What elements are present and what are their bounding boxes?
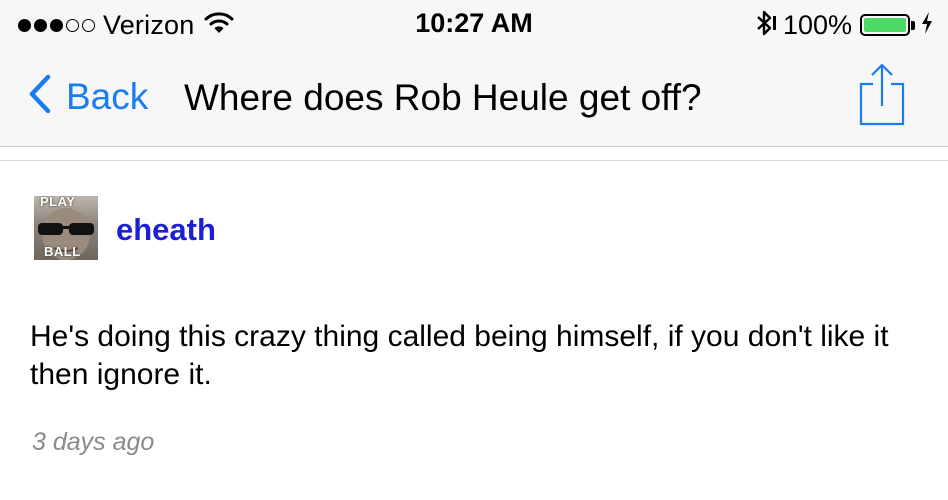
battery-percent: 100% — [782, 9, 852, 40]
share-button[interactable] — [858, 62, 906, 133]
avatar[interactable]: PLAY BALL — [34, 196, 98, 260]
chevron-left-icon — [28, 74, 52, 119]
status-bar-right: 100% — [755, 8, 934, 42]
post-body: He's doing this crazy thing called being… — [30, 320, 889, 391]
bluetooth-icon — [755, 9, 777, 42]
page-title: Where does Rob Heule get off? — [184, 77, 702, 118]
back-button-label: Back — [66, 75, 149, 117]
avatar-text-bottom: BALL — [44, 244, 81, 259]
post-timestamp: 3 days ago — [32, 428, 155, 456]
navigation-bar: Back Where does Rob Heule get off? — [0, 50, 948, 147]
battery-nub — [911, 20, 915, 30]
share-icon — [858, 63, 906, 132]
avatar-text-top: PLAY — [40, 196, 76, 209]
status-bar: Verizon 10:27 AM 100% — [0, 0, 948, 50]
battery-fill — [864, 18, 906, 32]
battery-icon — [860, 14, 910, 36]
charging-bolt-icon — [920, 11, 934, 40]
back-button[interactable]: Back — [28, 74, 148, 119]
post-username[interactable]: eheath — [116, 212, 216, 248]
divider — [0, 160, 948, 161]
